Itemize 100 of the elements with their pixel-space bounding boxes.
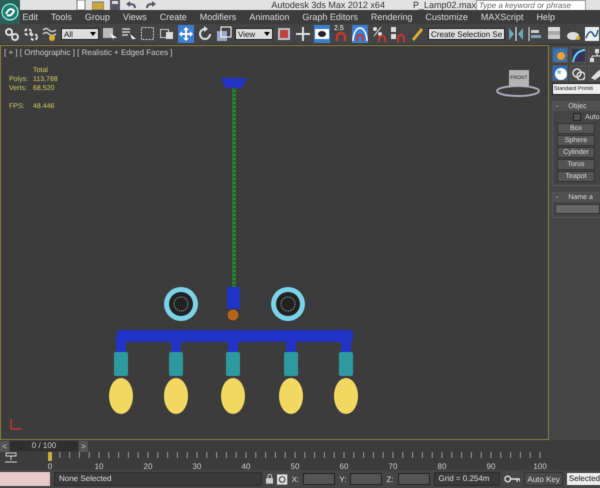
window-crossing-icon [159,26,175,42]
frame-number: 70 [388,462,398,470]
toolbar-button[interactable] [140,25,156,43]
coordinate-label: Y: [339,474,346,484]
auto-key-button[interactable]: Auto Key [524,472,563,486]
dropdown[interactable]: View [235,28,273,40]
app-logo[interactable] [0,0,20,24]
panel-tab[interactable] [570,47,586,63]
time-marker[interactable] [48,452,52,461]
angle-snap-icon [352,26,368,42]
axis-icon [9,417,23,431]
toolbar-button[interactable] [4,25,20,43]
menu-item[interactable]: Customize [425,12,468,22]
toolbar-button[interactable] [527,25,543,43]
dropdown[interactable]: Create Selection Se [428,28,505,40]
search-field[interactable]: Type a keyword or phrase [476,0,586,10]
panel-tab[interactable] [588,47,600,63]
grid-size: Grid = 0.254m [434,472,500,486]
next-frame-button[interactable]: > [79,440,88,452]
file-name: P_Lamp02.max [412,0,476,10]
menu-item[interactable]: Graph Editors [302,12,358,22]
frame-number: 10 [94,462,104,470]
shapes-icon [571,66,585,80]
frame-counter[interactable]: 0 / 100 [10,440,78,450]
list-pointer-icon [121,26,137,42]
absolute-mode-icon[interactable] [277,474,288,484]
frame-number: 60 [340,462,348,470]
coordinate-field[interactable] [350,473,382,485]
menu-item[interactable]: Edit [22,12,38,22]
redo-icon[interactable] [144,0,156,10]
toolbar-button[interactable] [42,25,58,43]
key-mode-dropdown[interactable]: Selected [566,473,600,485]
wave-icon [42,26,58,42]
viewport-label[interactable]: [ + ] [ Orthographic ] [ Realistic + Edged Faces ] [4,48,173,57]
rectangle-select-icon [140,26,156,42]
frame-number: 40 [242,462,250,470]
status-field: None Selected [54,472,262,486]
script-listener-field[interactable] [0,472,50,486]
menu-item[interactable]: Help [536,12,555,22]
undo-icon[interactable] [126,0,138,10]
menu-item[interactable]: Create [160,12,187,22]
toolbar-button[interactable] [584,25,600,43]
frame-number: 80 [438,462,446,470]
eye-icon [314,26,330,42]
toolbar-button[interactable] [216,25,232,43]
hierarchy-icon [589,48,600,62]
coordinate-field[interactable] [303,473,336,485]
viewcube-ring-icon [496,84,540,98]
pivot-icon [276,26,292,42]
key-icon[interactable] [504,475,520,483]
dropdown[interactable]: All [61,28,99,40]
frame-number: 30 [192,462,202,470]
menu-item[interactable]: Views [122,12,147,22]
coordinate-label: X: [292,474,300,484]
curve-editor-icon [584,26,600,42]
frame-number: 90 [486,462,496,470]
scale-icon [216,26,232,42]
move-arrows-icon [178,26,194,42]
rotate-icon [197,26,213,42]
lock-icon[interactable] [266,474,274,484]
menu-item[interactable]: Rendering [370,12,412,22]
link-icon [4,26,20,42]
curve-icon [571,48,585,62]
previous-frame-button[interactable]: < [0,440,9,452]
mirror-icon [508,26,524,42]
toolbar-button[interactable] [314,25,330,43]
caret-icon [90,32,96,36]
frame-number: 0 [48,462,52,470]
category-button[interactable] [570,65,586,81]
percent-snap-icon [371,26,387,42]
toolbar-button[interactable] [508,25,524,43]
track-bar-icon[interactable] [4,452,18,464]
frame-number: 50 [290,462,300,470]
menu-item[interactable]: Animation [249,12,290,22]
menu-item[interactable]: Group [84,12,110,22]
logo-icon [1,3,20,21]
frame-number: 20 [144,462,152,470]
select-object-icon [102,26,118,42]
checkbox[interactable] [573,113,581,121]
toolbar-button[interactable] [197,25,213,43]
broken-link-icon [23,26,39,42]
toolbar-button[interactable] [23,25,39,43]
spinner-snap-icon [390,26,406,42]
coordinate-field[interactable] [398,473,430,485]
align-icon [527,26,543,42]
menu-item[interactable]: Tools [50,12,72,22]
panel-tab[interactable] [552,47,568,63]
window-title: Autodesk 3ds Max 2012 x64 [271,0,385,10]
pencil-icon [409,26,425,42]
name-field[interactable] [555,204,600,214]
save-icon[interactable] [110,0,120,10]
menu-item[interactable]: Modifiers [200,12,236,22]
sphere-icon [553,66,567,80]
layers-icon [546,26,562,42]
toolbar-button[interactable] [390,25,406,43]
menu-item[interactable]: MAXScript [480,12,524,22]
frame-number: 100 [533,462,547,470]
toolbar-button[interactable] [371,25,387,43]
category-button[interactable] [552,65,568,81]
caret-icon [264,32,270,36]
